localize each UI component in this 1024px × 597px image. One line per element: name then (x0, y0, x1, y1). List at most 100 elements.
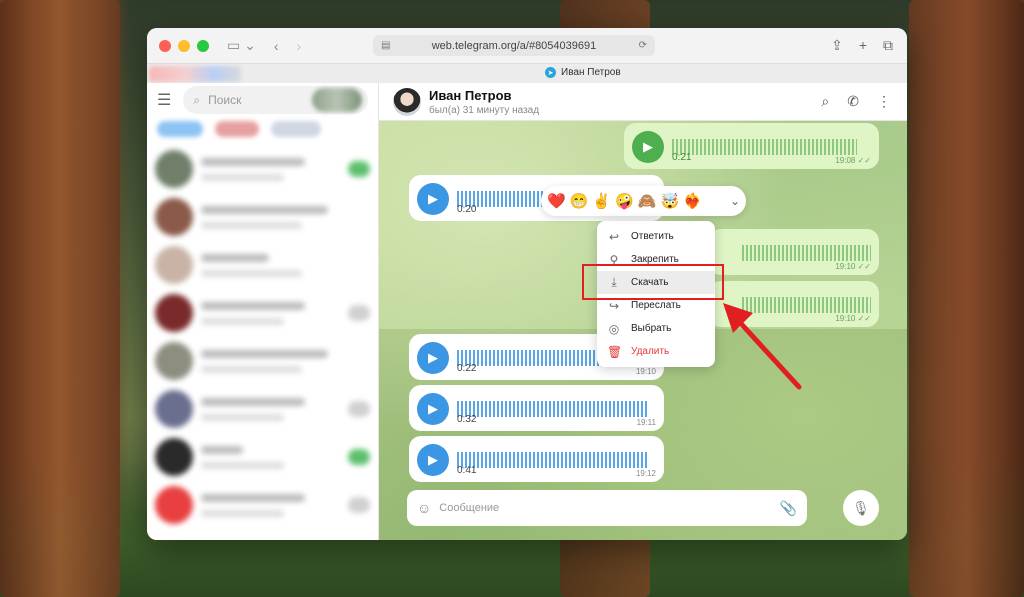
annotation-arrow (723, 303, 802, 390)
menu-icon[interactable]: ☰ (157, 90, 171, 110)
microphone-button[interactable]: 🎙 (843, 490, 879, 526)
menu-item-label: Удалить (631, 346, 670, 357)
more-vertical-icon[interactable]: ⋮ (877, 93, 891, 110)
menu-item-label: Переслать (631, 300, 681, 311)
window-controls (159, 39, 209, 52)
reaction-exploding-head[interactable]: 🤯 (660, 192, 679, 210)
message-time: 19:11 (636, 418, 656, 427)
voice-duration: 0:41 (457, 465, 477, 476)
message-time-text: 19:10 (835, 262, 856, 271)
list-item[interactable] (147, 241, 378, 289)
back-icon[interactable]: ‹ (274, 38, 279, 54)
list-item[interactable] (147, 481, 378, 529)
reaction-heart-on-fire[interactable]: ❤️‍🔥 (683, 192, 702, 210)
list-item[interactable] (147, 145, 378, 193)
list-item[interactable] (147, 433, 378, 481)
audio-waveform[interactable] (672, 139, 857, 155)
address-bar[interactable]: ▤ web.telegram.org/a/#8054039691 ⟳ (373, 35, 655, 56)
microphone-icon: 🎙 (852, 499, 870, 516)
chevron-down-icon[interactable]: ⌄ (730, 194, 740, 208)
zoom-window-button[interactable] (197, 39, 209, 52)
header-actions: ⌕ ✆ ⋮ (821, 93, 891, 110)
reaction-zany[interactable]: 🤪 (615, 192, 634, 210)
reaction-heart[interactable]: ❤️ (547, 192, 566, 210)
browser-window: ▭ ⌄ ‹ › ▤ web.telegram.org/a/#8054039691… (147, 28, 907, 540)
search-input[interactable]: ⌕ Поиск (183, 86, 368, 114)
message-time-text: 19:10 (835, 314, 856, 323)
reaction-see-no-evil[interactable]: 🙈 (638, 192, 657, 210)
list-item[interactable] (147, 289, 378, 337)
play-button[interactable]: ▶ (417, 183, 449, 215)
chat-info[interactable]: Иван Петров был(а) 31 минуту назад (429, 88, 539, 116)
search-icon[interactable]: ⌕ (821, 93, 829, 110)
voice-duration: 0:21 (672, 152, 692, 163)
menu-item-delete[interactable]: 🗑 Удалить (597, 340, 715, 363)
tab-bar: ➤ Иван Петров (147, 63, 907, 83)
folder-tab[interactable] (157, 121, 203, 137)
share-icon[interactable]: ⇪ (831, 37, 843, 54)
voice-message-outgoing[interactable]: ▶ 0:21 19:08 ✓✓ (624, 123, 879, 169)
folder-tab[interactable] (215, 121, 259, 137)
audio-waveform[interactable] (457, 401, 647, 417)
voice-message-incoming[interactable]: ▶ 0:32 19:11 (409, 385, 664, 431)
folder-tab[interactable] (271, 121, 321, 137)
background-tree-trunk (0, 0, 120, 597)
annotation-highlight-box (582, 264, 724, 300)
new-tab-icon[interactable]: + (859, 37, 867, 54)
sidebar-toggle-icon[interactable]: ▭ ⌄ (227, 37, 256, 54)
voice-message-incoming[interactable]: ▶ 0:41 19:12 (409, 436, 664, 482)
message-time: 19:10 ✓✓ (835, 262, 871, 271)
voice-duration: 0:20 (457, 204, 477, 215)
chat-header[interactable]: Иван Петров был(а) 31 минуту назад ⌕ ✆ ⋮ (379, 83, 907, 121)
page-icon: ▤ (381, 40, 391, 51)
sidebar-top: ☰ ⌕ Поиск (147, 83, 378, 117)
voice-duration: 0:32 (457, 414, 477, 425)
avatar[interactable] (393, 87, 421, 116)
audio-waveform[interactable] (457, 452, 647, 468)
folder-tabs (147, 117, 378, 145)
active-tab[interactable]: ➤ Иван Петров (545, 67, 621, 78)
forward-icon[interactable]: › (297, 38, 302, 54)
voice-duration: 0:22 (457, 363, 477, 374)
search-icon: ⌕ (193, 92, 201, 107)
play-button[interactable]: ▶ (417, 342, 449, 374)
blurred-tab[interactable] (149, 66, 241, 82)
reaction-victory[interactable]: ✌️ (592, 192, 611, 210)
message-time: 19:10 ✓✓ (835, 314, 871, 323)
chat-main: Иван Петров был(а) 31 минуту назад ⌕ ✆ ⋮… (379, 83, 907, 540)
tabs-overview-icon[interactable]: ⧉ (883, 37, 893, 54)
message-time: 19:12 (635, 469, 656, 478)
check-circle-icon: ◎ (608, 321, 620, 336)
telegram-icon: ➤ (545, 67, 556, 78)
play-button[interactable]: ▶ (417, 393, 449, 425)
attach-icon[interactable]: 📎 (780, 500, 797, 517)
list-item[interactable] (147, 193, 378, 241)
list-item[interactable] (147, 337, 378, 385)
message-input-placeholder: Сообщение (439, 502, 500, 514)
tab-title-text: Иван Петров (561, 67, 621, 78)
trash-icon: 🗑 (607, 344, 623, 359)
reload-icon[interactable]: ⟳ (639, 40, 647, 51)
reaction-grin[interactable]: 😁 (570, 192, 589, 210)
play-button[interactable]: ▶ (632, 131, 664, 163)
list-item[interactable] (147, 385, 378, 433)
chat-name: Иван Петров (429, 87, 512, 103)
menu-item-label: Выбрать (631, 323, 672, 334)
message-composer[interactable]: ☺ Сообщение 📎 (407, 490, 807, 526)
play-button[interactable]: ▶ (417, 444, 449, 476)
message-time-text: 19:08 (835, 156, 856, 165)
menu-item-select[interactable]: ◎ Выбрать (597, 317, 715, 340)
blurred-story-avatars[interactable] (312, 88, 362, 112)
chat-sidebar: ☰ ⌕ Поиск (147, 83, 379, 540)
browser-toolbar-right: ⇪ + ⧉ (831, 37, 893, 54)
close-window-button[interactable] (159, 39, 171, 52)
voice-message-outgoing[interactable]: 19:10 ✓✓ (709, 229, 879, 275)
audio-waveform[interactable] (742, 245, 871, 261)
emoji-icon[interactable]: ☺ (417, 500, 431, 516)
menu-item-reply[interactable]: ↩ Ответить (597, 225, 715, 248)
message-area: ▶ 0:21 19:08 ✓✓ ▶ 0:20 19:10 ✓✓ 19:10 ✓✓… (379, 121, 907, 540)
url-text: web.telegram.org/a/#8054039691 (431, 39, 597, 52)
phone-icon[interactable]: ✆ (847, 93, 859, 110)
chat-list (147, 145, 378, 529)
minimize-window-button[interactable] (178, 39, 190, 52)
